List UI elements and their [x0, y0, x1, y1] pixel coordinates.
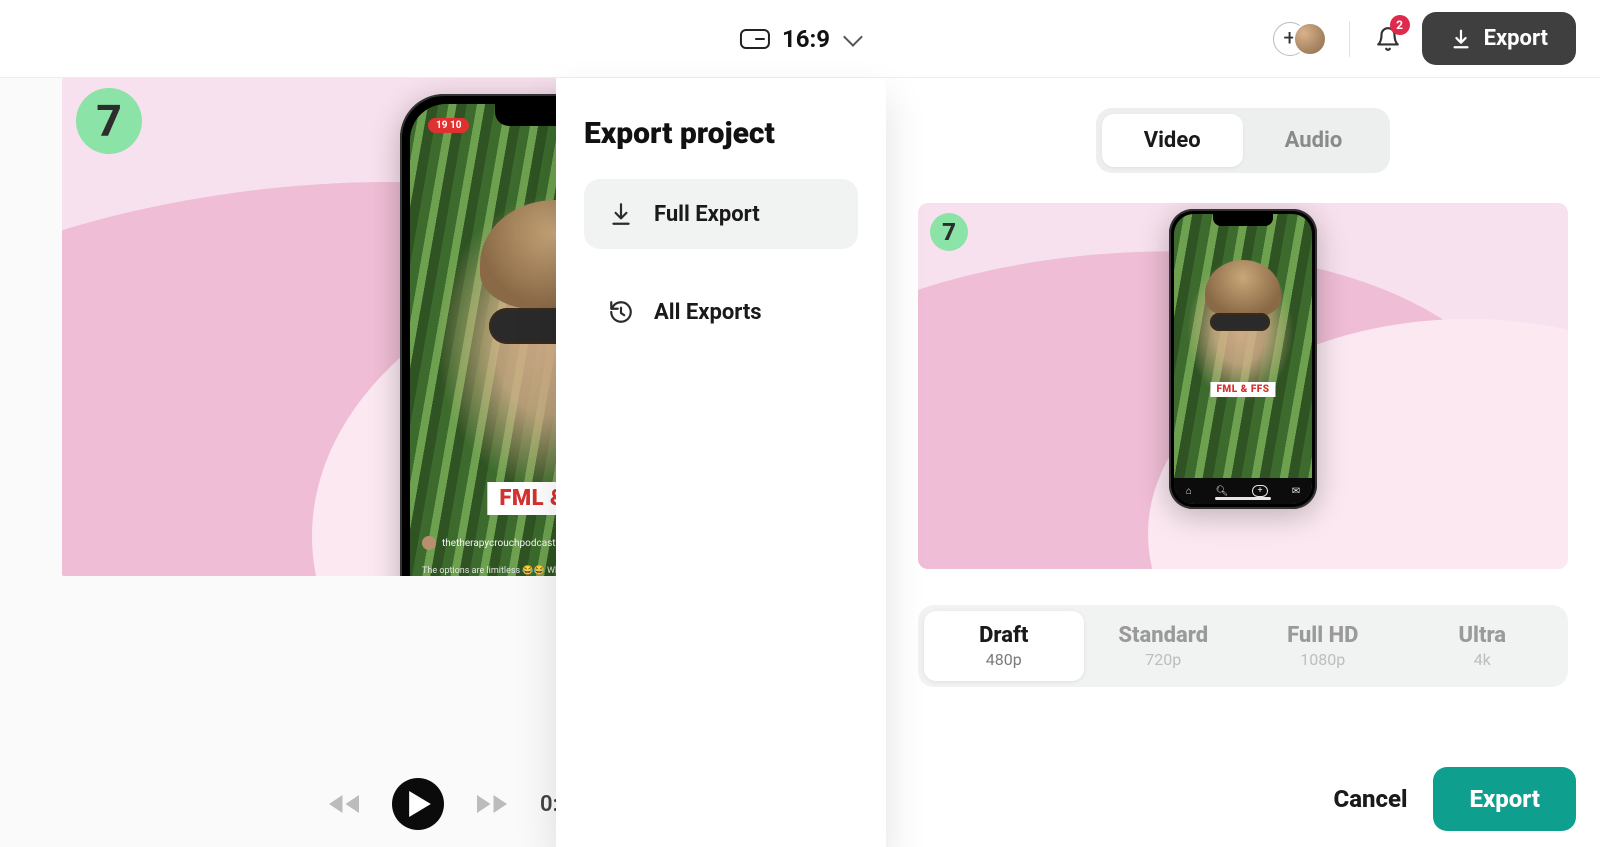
- quality-label: Draft: [930, 623, 1078, 648]
- phone-screen: FML & FFS ⌂ 🔍︎ + ✉: [1174, 214, 1312, 504]
- sidebar-item-all-exports[interactable]: All Exports: [584, 277, 858, 347]
- username: thetherapycrouchpodcast: [442, 538, 556, 549]
- rewind-button[interactable]: [324, 784, 364, 824]
- scene-number-badge: 7: [930, 213, 968, 251]
- quality-sub: 4k: [1409, 650, 1557, 669]
- quality-sub: 720p: [1090, 650, 1238, 669]
- sidebar-item-label: All Exports: [654, 300, 762, 325]
- inbox-icon: ✉: [1292, 486, 1300, 497]
- download-icon: [1450, 28, 1472, 50]
- download-icon: [608, 201, 634, 227]
- quality-standard[interactable]: Standard 720p: [1084, 611, 1244, 681]
- quality-label: Standard: [1090, 623, 1238, 648]
- overlay-text: FML & FFS: [1210, 382, 1275, 397]
- home-indicator: [1215, 497, 1271, 500]
- fast-forward-icon: [474, 790, 510, 818]
- export-top-button[interactable]: Export: [1422, 12, 1576, 65]
- topbar-right: + 2 Export: [1273, 12, 1576, 65]
- fast-forward-button[interactable]: [472, 784, 512, 824]
- quality-label: Ultra: [1409, 623, 1557, 648]
- sunglasses: [1210, 313, 1270, 331]
- sidebar-item-full-export[interactable]: Full Export: [584, 179, 858, 249]
- output-type-segmented: Video Audio: [1096, 108, 1391, 173]
- notifications-button[interactable]: 2: [1372, 23, 1404, 55]
- mini-avatar-icon: [422, 536, 436, 550]
- chevron-down-icon: [843, 27, 863, 47]
- play-button[interactable]: [392, 778, 444, 830]
- plus-icon: +: [1252, 485, 1268, 497]
- quality-fullhd[interactable]: Full HD 1080p: [1243, 611, 1403, 681]
- person-hair: [1205, 260, 1281, 318]
- user-avatar[interactable]: [1293, 22, 1327, 56]
- phone-tabbar: ⌂ 🔍︎ + ✉: [1174, 478, 1312, 504]
- export-confirm-button[interactable]: Export: [1433, 767, 1576, 831]
- top-bar: 16:9 + 2 Export: [0, 0, 1600, 78]
- home-icon: ⌂: [1186, 486, 1192, 497]
- play-icon: [409, 791, 431, 817]
- live-pill: 19 10: [428, 118, 469, 133]
- search-icon: 🔍︎: [1216, 486, 1229, 497]
- export-thumbnail: 7 FML & FFS ⌂ 🔍︎ + ✉: [918, 203, 1568, 569]
- aspect-ratio-label: 16:9: [782, 25, 830, 53]
- sidebar-item-label: Full Export: [654, 202, 760, 227]
- aspect-ratio-icon: [740, 29, 770, 49]
- rewind-icon: [326, 790, 362, 818]
- quality-label: Full HD: [1249, 623, 1397, 648]
- export-sidebar: Export project Full Export All Exports: [556, 78, 886, 847]
- seg-audio[interactable]: Audio: [1243, 114, 1385, 167]
- seg-video[interactable]: Video: [1102, 114, 1243, 167]
- photo-bg: [1174, 214, 1312, 504]
- cancel-button[interactable]: Cancel: [1325, 775, 1415, 823]
- export-top-label: Export: [1484, 26, 1548, 51]
- quality-sub: 1080p: [1249, 650, 1397, 669]
- quality-ultra[interactable]: Ultra 4k: [1403, 611, 1563, 681]
- quality-draft[interactable]: Draft 480p: [924, 611, 1084, 681]
- divider: [1349, 21, 1350, 57]
- quality-selector: Draft 480p Standard 720p Full HD 1080p U…: [918, 605, 1568, 687]
- export-footer: Cancel Export: [1325, 767, 1576, 831]
- sidebar-title: Export project: [584, 116, 858, 151]
- notification-badge: 2: [1390, 15, 1410, 35]
- quality-sub: 480p: [930, 650, 1078, 669]
- phone-mockup: FML & FFS ⌂ 🔍︎ + ✉: [1169, 209, 1317, 509]
- aspect-ratio-selector[interactable]: 16:9: [740, 25, 860, 53]
- export-panel: Video Audio 7 FML & FFS ⌂ 🔍︎ + ✉: [886, 78, 1600, 847]
- scene-number-badge: 7: [76, 88, 142, 154]
- history-icon: [608, 299, 634, 325]
- phone-notch: [1213, 214, 1273, 226]
